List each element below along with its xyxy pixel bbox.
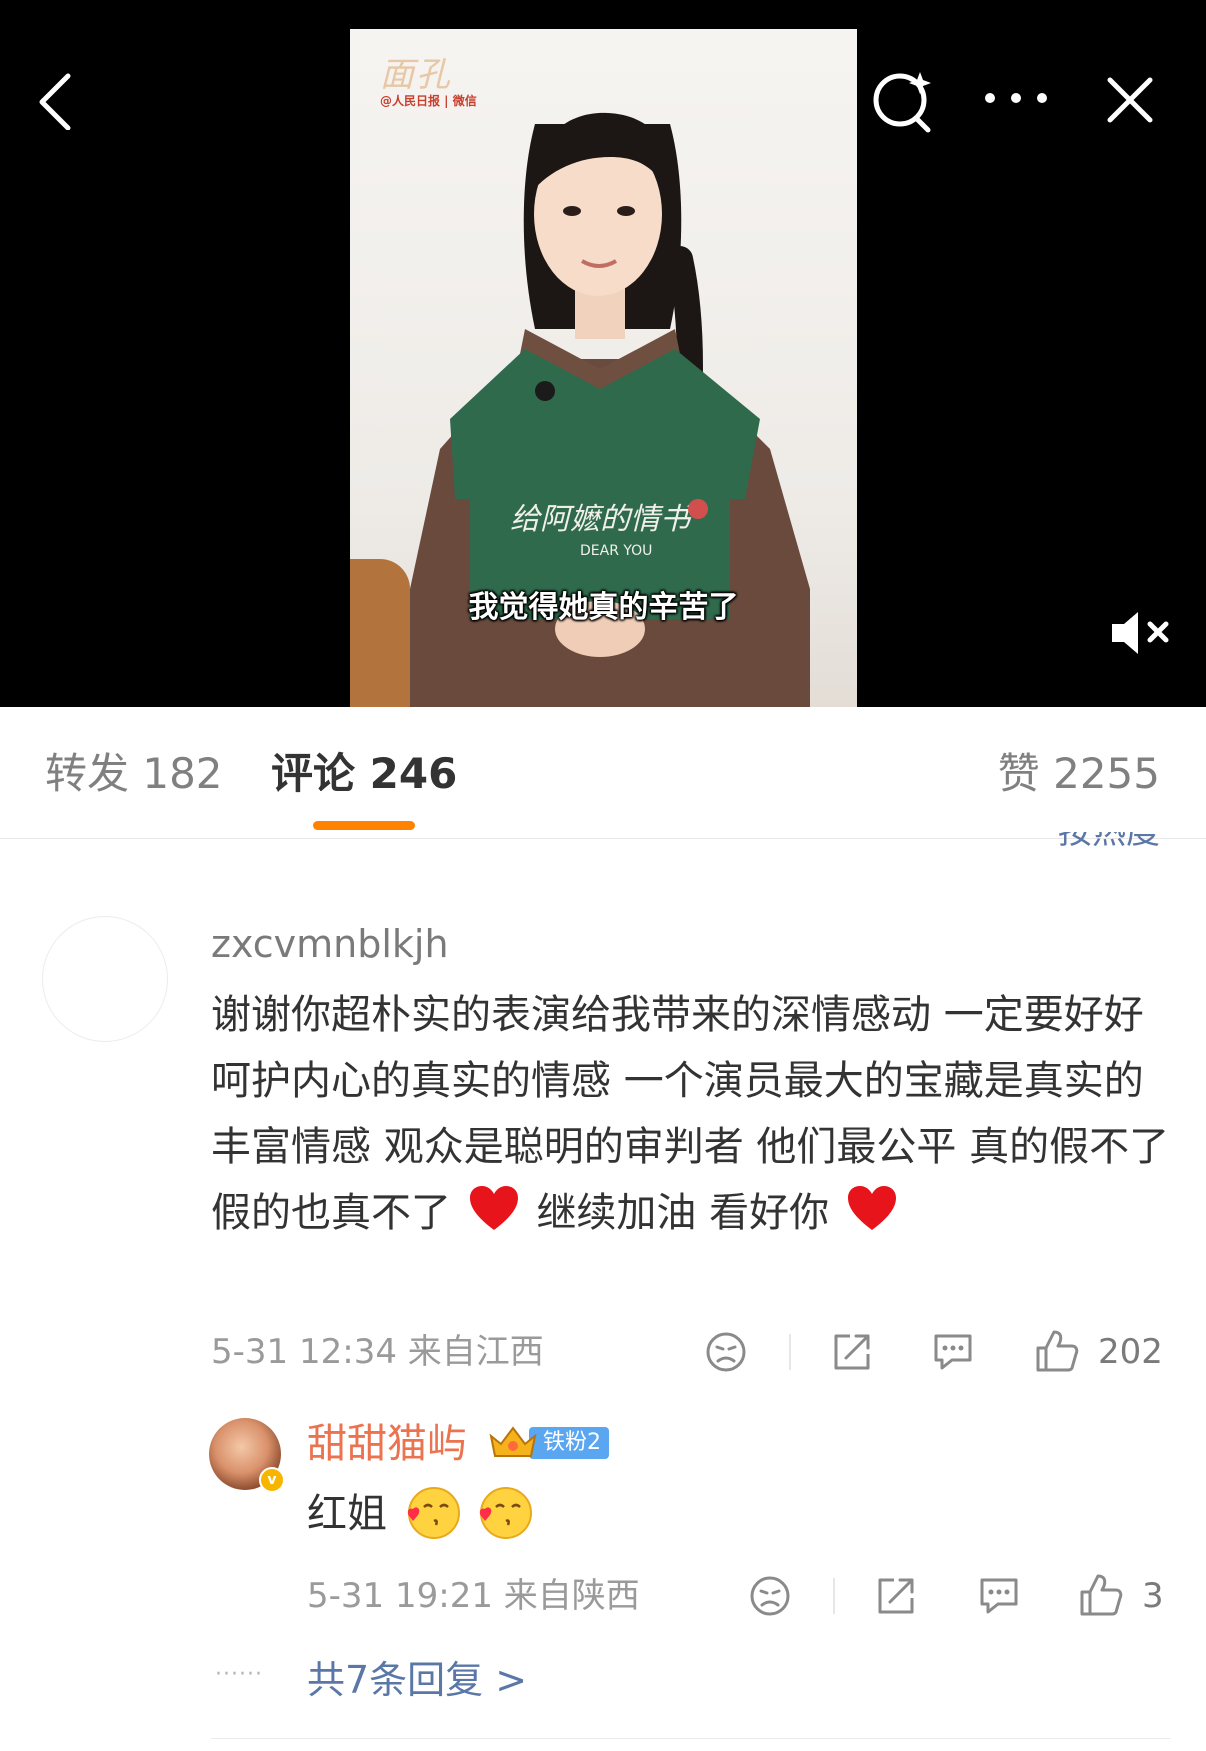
reply-text: 红姐: [307, 1491, 387, 1537]
avatar[interactable]: [42, 916, 168, 1042]
divider: [211, 1738, 1171, 1739]
divider: [833, 1578, 835, 1614]
share-icon[interactable]: [874, 1574, 918, 1618]
reply-username[interactable]: 甜甜猫屿: [307, 1418, 467, 1470]
video-subtitle: 我觉得她真的辛苦了: [468, 590, 739, 625]
comment-meta: 5-31 12:34 来自江西: [211, 1332, 544, 1372]
video-frame[interactable]: 给阿嬷的情书 DEAR YOU 面孔 @人民日报 | 微信 我觉得她真的辛苦了: [350, 29, 857, 707]
crown-icon: [489, 1426, 537, 1457]
heart-emoji-icon: [847, 1186, 896, 1230]
close-icon[interactable]: [1104, 74, 1156, 126]
dislike-face-icon[interactable]: [748, 1574, 792, 1618]
shirt-print: 给阿嬷的情书: [510, 502, 694, 537]
more-icon[interactable]: [982, 86, 1052, 110]
heart-emoji-icon: [469, 1186, 518, 1230]
back-icon[interactable]: [30, 70, 80, 130]
active-tab-indicator: [313, 821, 415, 830]
video-player[interactable]: 给阿嬷的情书 DEAR YOU 面孔 @人民日报 | 微信 我觉得她真的辛苦了: [0, 0, 1206, 707]
tab-bar: 转发 182 评论 246 赞 2255: [0, 707, 1206, 839]
fan-badge-label: 铁粉2: [529, 1427, 609, 1459]
comment-icon[interactable]: [976, 1574, 1022, 1618]
sort-hint-label: 按热度: [1058, 832, 1160, 852]
reply-meta: 5-31 19:21 来自陕西: [307, 1576, 640, 1616]
search-icon[interactable]: [868, 66, 938, 136]
reply-like-count: 3: [1142, 1576, 1164, 1616]
tab-likes[interactable]: 赞 2255: [998, 749, 1160, 799]
like-thumb-icon[interactable]: [1078, 1572, 1124, 1618]
watermark-title: 面孔: [380, 55, 452, 95]
tab-comments[interactable]: 评论 246: [271, 749, 457, 799]
dislike-face-icon[interactable]: [704, 1330, 748, 1374]
like-count: 202: [1098, 1332, 1163, 1372]
kiss-emoji-icon: [480, 1487, 533, 1539]
channel-watermark: 面孔 @人民日报 | 微信: [380, 47, 477, 109]
mute-icon[interactable]: [1108, 606, 1174, 660]
kiss-emoji-icon: [407, 1487, 460, 1539]
more-replies-link[interactable]: 共7条回复 >: [307, 1656, 527, 1704]
shirt-print-sub: DEAR YOU: [580, 543, 652, 559]
watermark-subtitle: @人民日报 | 微信: [380, 94, 477, 108]
reply-body: 红姐: [307, 1485, 533, 1542]
comment-text-part2: 继续加油 看好你: [536, 1190, 830, 1236]
share-icon[interactable]: [830, 1330, 874, 1374]
more-replies-dots: ······: [215, 1662, 263, 1687]
verified-badge-icon: v: [259, 1467, 285, 1493]
comment-body: 谢谢你超朴实的表演给我带来的深情感动 一定要好好呵护内心的真实的情感 一个演员最…: [211, 982, 1171, 1246]
comment-username[interactable]: zxcvmnblkjh: [211, 920, 449, 968]
sort-toggle[interactable]: 按热度: [1058, 832, 1160, 854]
comment-icon[interactable]: [930, 1330, 976, 1374]
like-thumb-icon[interactable]: [1034, 1328, 1080, 1374]
tab-repost[interactable]: 转发 182: [45, 749, 223, 799]
divider: [789, 1334, 791, 1370]
